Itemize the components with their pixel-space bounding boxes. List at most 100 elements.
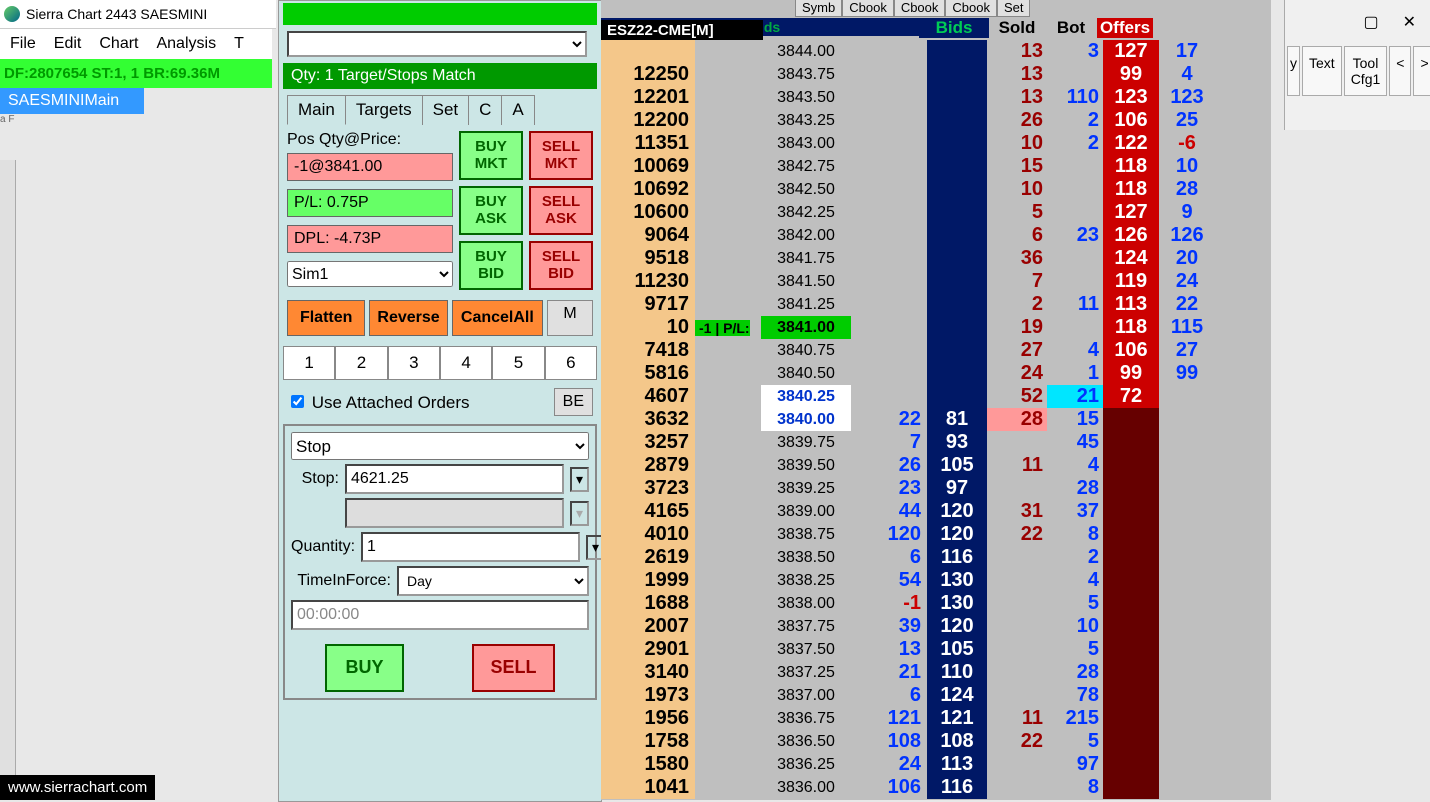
dom-row[interactable]: 10-1 | P/L: 0.75P3841.0019118115 [601,316,1215,339]
menu-more[interactable]: T [234,35,244,53]
menu-file[interactable]: File [10,35,36,53]
menu-edit[interactable]: Edit [54,35,82,53]
dom-row[interactable]: 26193838.5061162 [601,546,1215,569]
chart-tab[interactable]: SAESMINIMain [0,88,144,114]
dom-row[interactable]: 122503843.7513994 [601,63,1215,86]
trade-subtabs: Main Targets Set C A [287,95,597,125]
m-button[interactable]: M [547,300,593,336]
attached-orders-panel: Stop Stop:▾ ▾ Quantity:▾ TimeInForce:Day… [283,424,597,700]
dom-row[interactable]: 40103838.75120120228 [601,523,1215,546]
buy-bid-button[interactable]: BUY BID [459,241,523,290]
tif-select[interactable]: Day [397,566,589,596]
subtab-set[interactable]: Set [422,95,470,125]
qty-4[interactable]: 4 [440,346,492,380]
dom-row[interactable]: 32573839.7579345 [601,431,1215,454]
right-toolbar: ▢ ✕ y Text Tool Cfg1 < > [1284,0,1430,130]
subtab-a[interactable]: A [501,95,534,125]
tool-prev[interactable]: y [1287,46,1300,96]
qty-5[interactable]: 5 [492,346,544,380]
dom-row[interactable]: 46073840.25522172 [601,385,1215,408]
be-button[interactable]: BE [554,388,593,416]
dom-row[interactable]: 17583836.50108108225 [601,730,1215,753]
watermark: www.sierrachart.com [0,775,155,800]
subtab-main[interactable]: Main [287,95,346,125]
tif-label: TimeInForce: [291,572,391,590]
maximize-icon[interactable]: ▢ [1363,12,1378,32]
sell-button[interactable]: SELL [472,644,554,692]
reverse-button[interactable]: Reverse [369,300,447,336]
dom-row[interactable]: 112303841.50711924 [601,270,1215,293]
dom-row[interactable]: 19563836.7512112111215 [601,707,1215,730]
dom-row[interactable]: 20073837.753912010 [601,615,1215,638]
tool-gt[interactable]: > [1413,46,1430,96]
dom-row[interactable]: 19993838.25541304 [601,569,1215,592]
qty-status-line: Qty: 1 Target/Stops Match [283,63,597,89]
qty-quick-row: 1 2 3 4 5 6 [283,346,597,380]
sell-ask-button[interactable]: SELL ASK [529,186,593,235]
flatten-button[interactable]: Flatten [287,300,365,336]
tab-cbook1[interactable]: Cbook [842,0,894,17]
stop-label: Stop: [291,470,339,488]
window-titlebar: Sierra Chart 2443 SAESMINI [0,0,276,29]
dpl-value: DPL: -4.73P [287,225,453,253]
dropdown-icon[interactable]: ▾ [570,467,589,492]
dom-row[interactable]: 10413836.001061168 [601,776,1215,799]
dom-row[interactable]: 16883838.00-11305 [601,592,1215,615]
dom-row[interactable]: 15803836.252411397 [601,753,1215,776]
dom-row[interactable]: 106003842.2551279 [601,201,1215,224]
dom-row[interactable]: 37233839.25239728 [601,477,1215,500]
dom-row[interactable]: 100693842.751511810 [601,155,1215,178]
status-bar: DF:2807654 ST:1, 1 BR:69.36M [0,59,272,88]
buy-mkt-button[interactable]: BUY MKT [459,131,523,180]
dom-row[interactable]: 36323840.0022812815 [601,408,1215,431]
close-icon[interactable]: ✕ [1403,12,1416,32]
buy-ask-button[interactable]: BUY ASK [459,186,523,235]
dom-row[interactable]: 97173841.2521111322 [601,293,1215,316]
dom-row[interactable]: 95183841.753612420 [601,247,1215,270]
stop-input[interactable] [345,464,564,494]
dom-row[interactable]: 58163840.502419999 [601,362,1215,385]
dom-row[interactable]: 28793839.5026105114 [601,454,1215,477]
dom-row[interactable]: 122013843.5013110123123 [601,86,1215,109]
sell-mkt-button[interactable]: SELL MKT [529,131,593,180]
qty-2[interactable]: 2 [335,346,387,380]
tab-cbook2[interactable]: Cbook [894,0,946,17]
dom-row[interactable]: 122003843.2526210625 [601,109,1215,132]
time-input[interactable] [291,600,589,630]
cancel-all-button[interactable]: CancelAll [452,300,543,336]
tool-text[interactable]: Text [1302,46,1342,96]
tab-cbook3[interactable]: Cbook [945,0,997,17]
dom-row[interactable]: 19733837.00612478 [601,684,1215,707]
dom-row[interactable]: 41653839.00441203137 [601,500,1215,523]
dom-panel: Symb Cbook Cbook Cbook Set Bids ESZ22-CM… [601,0,1271,800]
qty-6[interactable]: 6 [545,346,597,380]
menu-analysis[interactable]: Analysis [156,35,216,53]
tab-set[interactable]: Set [997,0,1031,17]
qty-1[interactable]: 1 [283,346,335,380]
buy-button[interactable]: BUY [325,644,403,692]
account-select[interactable]: Sim1 [287,261,453,287]
ao-type-select[interactable]: Stop [291,432,589,460]
dom-row[interactable]: 31403837.252111028 [601,661,1215,684]
dom-row[interactable]: 106923842.501011828 [601,178,1215,201]
tool-lt[interactable]: < [1389,46,1411,96]
dom-row[interactable]: 113513843.00102122-6 [601,132,1215,155]
trade-panel: Qty: 1 Target/Stops Match Main Targets S… [278,0,602,802]
qty-3[interactable]: 3 [388,346,440,380]
dom-row[interactable]: 29013837.50131055 [601,638,1215,661]
sell-bid-button[interactable]: SELL BID [529,241,593,290]
pl-value: P/L: 0.75P [287,189,453,217]
left-gutter [0,160,16,800]
dom-row[interactable]: 90643842.00623126126 [601,224,1215,247]
dom-row[interactable]: 3844.0013312717 [601,40,1215,63]
dom-row[interactable]: 74183840.7527410627 [601,339,1215,362]
qty-input[interactable] [361,532,580,562]
stop2-input [345,498,564,528]
tab-symb[interactable]: Symb [795,0,842,17]
menu-chart[interactable]: Chart [99,35,138,53]
subtab-c[interactable]: C [468,95,502,125]
use-ao-checkbox[interactable]: Use Attached Orders [287,392,470,413]
tool-cfg[interactable]: Tool Cfg1 [1344,46,1388,96]
subtab-targets[interactable]: Targets [345,95,423,125]
symbol-combo[interactable] [287,31,587,57]
